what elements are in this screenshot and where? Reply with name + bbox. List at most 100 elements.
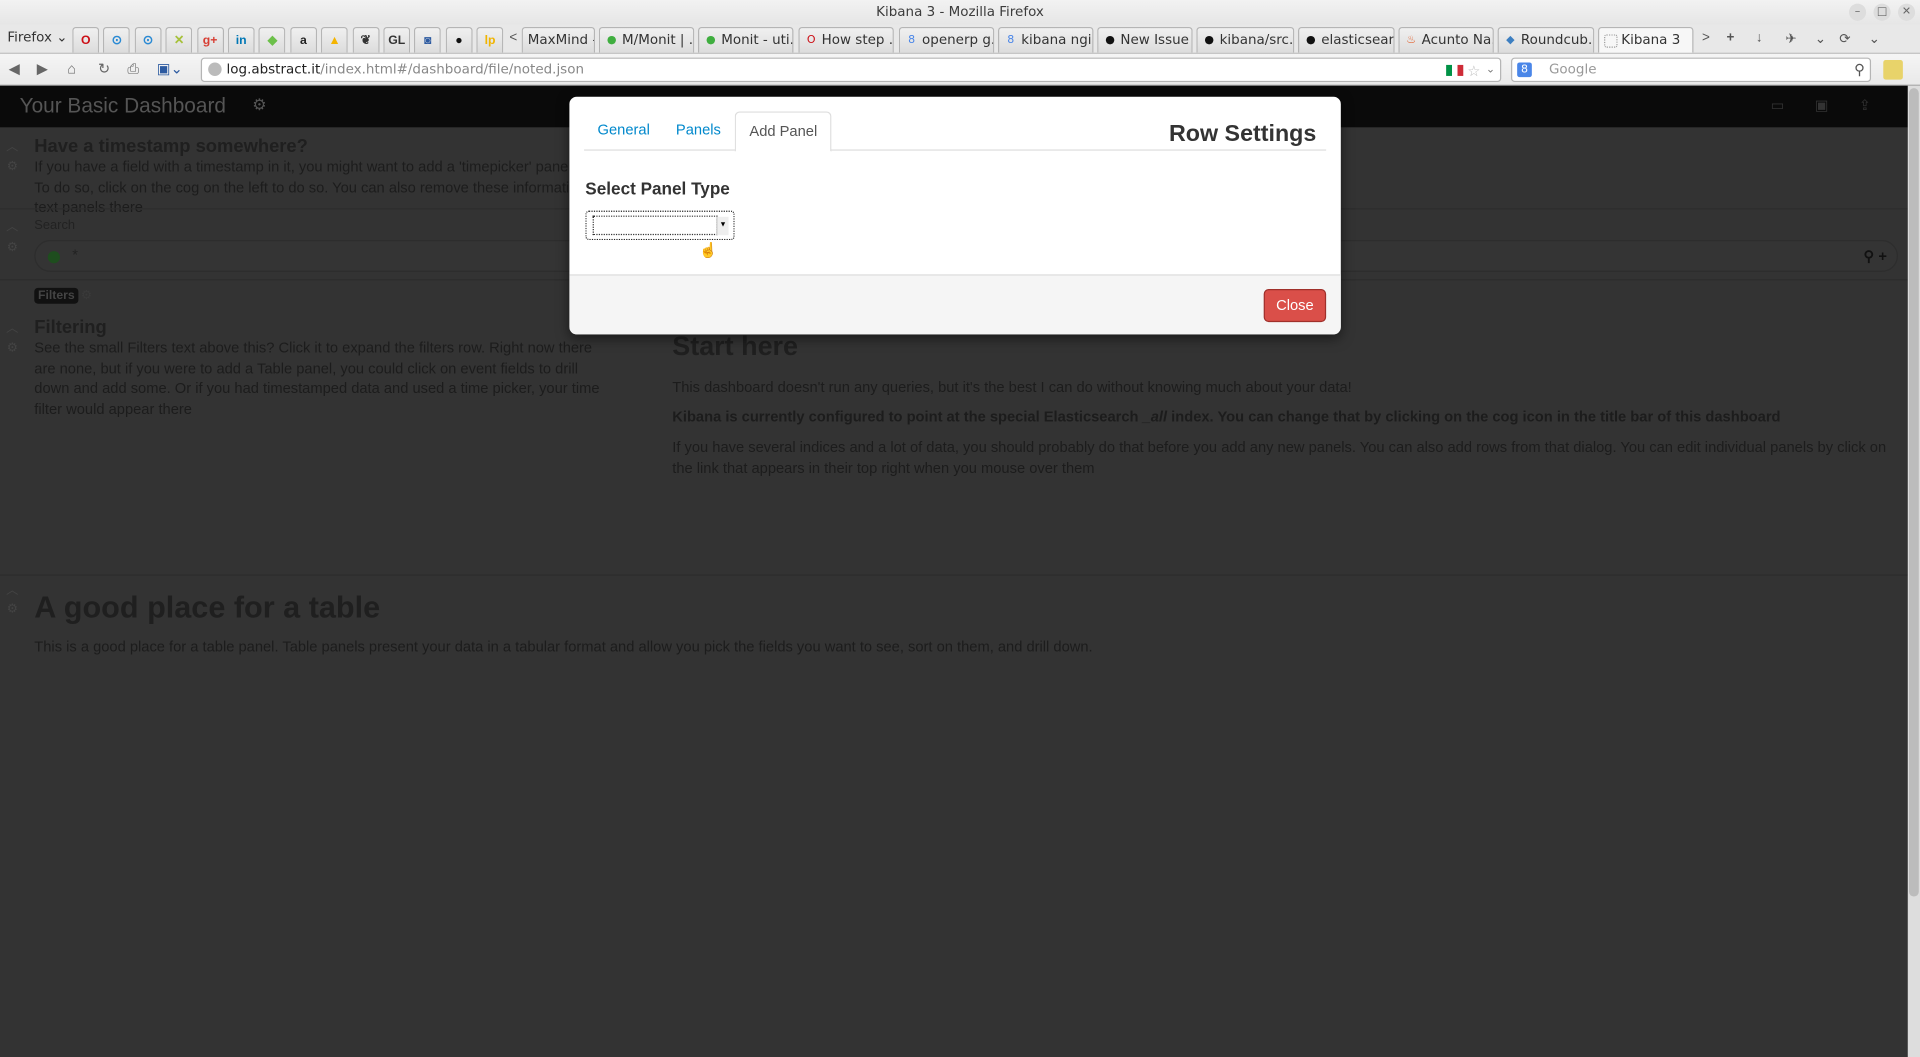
bookmark-star-icon[interactable]: ☆ [1467,60,1480,82]
back-button[interactable]: ◀ [9,60,20,77]
dashboard-title[interactable]: Your Basic Dashboard [20,94,226,118]
close-button[interactable]: Close [1263,289,1327,323]
app-tab-gnome[interactable]: ❦ [352,26,380,53]
tab-add-panel[interactable]: Add Panel [734,111,832,152]
tab-list-button[interactable]: ⌄ [1815,31,1826,47]
reload-button[interactable]: ↻ [98,60,110,77]
browser-tab[interactable]: ● M/Monit | ... [598,26,695,53]
new-tab-button[interactable]: + [1727,31,1735,46]
tab-favicon-icon [1604,33,1618,48]
share-dashboard-icon[interactable]: ⇪ [1859,97,1871,114]
load-dashboard-icon[interactable]: ▭ [1771,97,1785,114]
tab-favicon-icon: ● [1105,34,1115,47]
browser-tab[interactable]: ● elasticsear... [1297,26,1395,53]
chevron-down-icon[interactable]: ▼ [716,216,729,236]
browser-tab[interactable]: ● New Issue ... [1097,26,1193,53]
tab-label: kibana/src... [1219,31,1295,48]
minimize-button[interactable]: – [1848,3,1867,21]
addon-icon[interactable]: ✈ [1785,31,1796,47]
addon-toolbar-icon[interactable] [1883,60,1903,80]
text-fragment: Kibana is currently configured to point … [672,407,1143,426]
app-x-icon: ✕ [173,33,185,48]
row-collapse-icon[interactable]: ︿ [5,321,20,338]
close-window-button[interactable]: ✕ [1897,3,1916,21]
bookmark-icon[interactable]: ▣⌄ [157,60,183,77]
browser-tab[interactable]: ● Monit - uti... [697,26,794,53]
browser-tab[interactable]: ◆ Roundcub... [1497,26,1595,53]
forward-button[interactable]: ▶ [37,60,48,77]
app-tab-bin[interactable]: ◙ [414,26,442,53]
tabs-scroll-left-button[interactable]: < [509,31,517,46]
tab-label: Roundcub... [1520,31,1595,48]
browser-tab[interactable]: 8 openerp g... [898,26,995,53]
browser-tab[interactable]: MaxMind -... [521,26,596,53]
row-collapse-icon[interactable]: ︿ [5,583,20,600]
app-tab-github[interactable]: ● [445,26,473,53]
panel-text: See the small Filters text above this? C… [34,339,600,418]
tab-label: MaxMind -... [527,31,594,48]
firefox-menu-button[interactable]: Firefox ⌄ [7,29,67,45]
panel-text-bold: Kibana is currently configured to point … [672,407,1896,427]
lastpass-icon: lp [484,33,496,48]
hand-cursor-icon: ☝ [699,241,718,259]
browser-tab[interactable]: ● kibana/src... [1196,26,1295,53]
window-titlebar: Kibana 3 - Mozilla Firefox – □ ✕ [0,0,1920,25]
print-button[interactable]: ⎙ [127,60,139,78]
browser-tab[interactable]: Kibana 3 ✕ [1597,26,1694,53]
sync-icon[interactable]: ⟳ [1839,31,1850,47]
app-tab-google-plus[interactable]: g+ [196,26,224,53]
home-button[interactable]: ⌂ [67,60,76,77]
browser-tab[interactable]: 8 kibana ngi... [997,26,1094,53]
app-tab-lastpass[interactable]: lp [476,26,504,53]
browser-tab[interactable]: O How step ... [798,26,894,53]
app-tab-feedly[interactable]: ◆ [258,26,286,53]
search-bar[interactable]: 8 Google ⚲ [1511,57,1872,83]
tab-general[interactable]: General [584,111,663,150]
tab-panels[interactable]: Panels [662,111,734,150]
maximize-button[interactable]: □ [1873,3,1891,21]
italy-flag-icon [1446,64,1464,76]
tab-strip: Firefox ⌄ O ⊙ ⊙ ✕ g+ in ◆ a ▲ ❦ GL ◙ ● lp < MaxMind -… [0,24,1920,54]
row-settings-cog-icon[interactable]: ⚙ [5,159,20,176]
select-panel-type-label: Select Panel Type [585,178,730,199]
close-tab-icon[interactable]: ✕ [1691,28,1692,52]
scrollbar-thumb[interactable] [1908,88,1919,897]
filters-cog-icon[interactable]: ⚙ [81,289,92,302]
site-identity-icon[interactable] [208,62,222,76]
app-tab-amazon[interactable]: a [289,26,317,53]
url-bar[interactable]: log.abstract.it/index.html#/dashboard/fi… [200,57,1502,83]
app-tab-google-drive[interactable]: ▲ [321,26,348,53]
row-collapse-icon[interactable]: ︿ [5,140,20,157]
tabs-scroll-right-button[interactable]: > [1702,31,1710,46]
app-tab-opera[interactable]: O [72,26,100,53]
row-settings-cog-icon[interactable]: ⚙ [5,601,20,618]
query-status-dot[interactable] [47,251,61,264]
download-icon[interactable]: ↓ [1756,31,1763,46]
app-tab-app-circle-1[interactable]: ⊙ [103,26,131,53]
row-collapse-icon[interactable]: ︿ [5,219,20,236]
page-scrollbar[interactable] [1907,85,1920,1057]
browser-tab[interactable]: ♨ Acunto Na... [1398,26,1494,53]
save-dashboard-icon[interactable]: ▣ [1815,97,1829,114]
app-tab-app-circle-2[interactable]: ⊙ [134,26,162,53]
panel-type-select[interactable]: ▼ [585,210,735,241]
row-settings-cog-icon[interactable]: ⚙ [5,240,20,257]
magnifier-icon[interactable]: ⚲ [1854,59,1865,81]
panel-type-select-value [592,215,718,236]
app-tab-gitlab[interactable]: GL [383,26,411,53]
tab-favicon-icon: O [806,34,816,47]
tab-list-dropdown[interactable]: ⌄ [1869,31,1880,47]
google-search-engine-icon[interactable]: 8 [1517,62,1532,78]
add-query-icon[interactable]: + [1878,247,1887,264]
app-tab-app-x[interactable]: ✕ [165,26,193,53]
url-history-dropdown[interactable]: ⌄ [1486,59,1495,81]
filters-toggle[interactable]: Filters [34,287,79,304]
dashboard-settings-cog-icon[interactable]: ⚙ [252,96,266,116]
search-icon[interactable]: ⚲ [1863,247,1874,264]
tab-favicon-icon: 8 [1007,34,1015,47]
row-settings-cog-icon[interactable]: ⚙ [5,340,20,357]
app-tab-linkedin[interactable]: in [227,26,255,53]
tab-label: Acunto Na... [1421,31,1493,48]
url-host: log.abstract.it [226,61,321,78]
google-drive-icon: ▲ [328,33,341,48]
